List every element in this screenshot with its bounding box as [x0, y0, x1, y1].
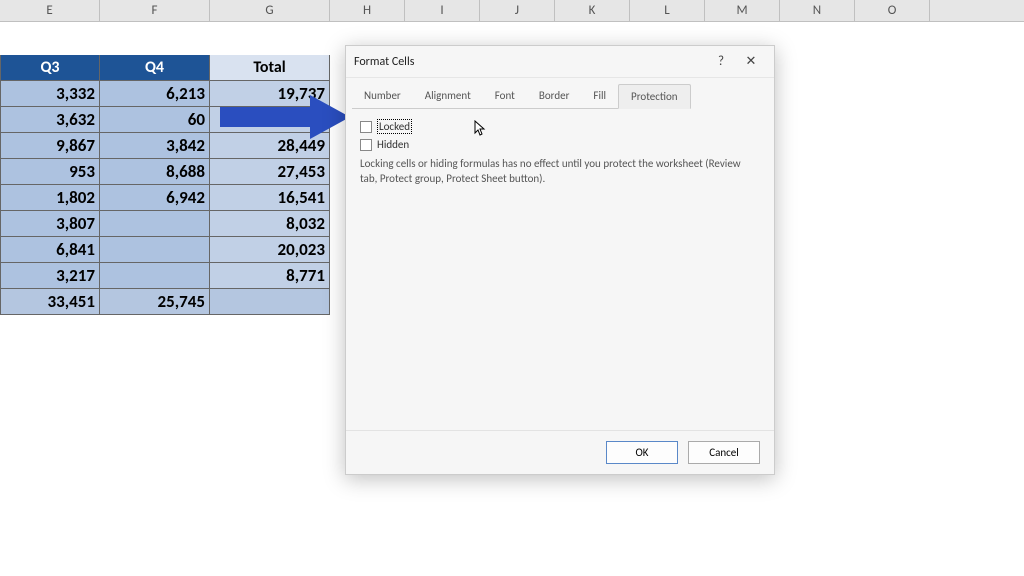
- cell[interactable]: 3,217: [0, 263, 100, 289]
- cell[interactable]: [100, 237, 210, 263]
- dialog-titlebar[interactable]: Format Cells ? ✕: [346, 46, 774, 78]
- cell[interactable]: 3,842: [100, 133, 210, 159]
- hidden-label[interactable]: Hidden: [377, 138, 409, 151]
- header-total[interactable]: Total: [210, 55, 330, 81]
- col-header-k[interactable]: K: [555, 0, 630, 21]
- cell[interactable]: 25,745: [100, 289, 210, 315]
- close-button[interactable]: ✕: [736, 54, 766, 69]
- data-table: Q3 Q4 Total 3,332 6,213 19,737 3,632 60 …: [0, 55, 330, 315]
- tab-font[interactable]: Font: [483, 84, 527, 109]
- arrow-annotation: [220, 95, 350, 139]
- tab-border[interactable]: Border: [527, 84, 582, 109]
- ok-button[interactable]: OK: [606, 441, 678, 464]
- cell[interactable]: 8,032: [210, 211, 330, 237]
- cell[interactable]: 16,541: [210, 185, 330, 211]
- col-header-i[interactable]: I: [405, 0, 480, 21]
- cell[interactable]: 8,688: [100, 159, 210, 185]
- cell[interactable]: 9,867: [0, 133, 100, 159]
- locked-label[interactable]: Locked: [377, 119, 412, 134]
- protection-description: Locking cells or hiding formulas has no …: [360, 157, 760, 187]
- help-button[interactable]: ?: [706, 54, 736, 69]
- locked-checkbox-row: Locked: [360, 119, 760, 134]
- cell[interactable]: 3,332: [0, 81, 100, 107]
- col-header-o[interactable]: O: [855, 0, 930, 21]
- protection-tab-body: Locked Hidden Locking cells or hiding fo…: [346, 109, 774, 430]
- col-header-l[interactable]: L: [630, 0, 705, 21]
- column-headers: E F G H I J K L M N O: [0, 0, 1024, 22]
- table-row: 3,807 8,032: [0, 211, 330, 237]
- table-row: 953 8,688 27,453: [0, 159, 330, 185]
- cell[interactable]: 1,802: [0, 185, 100, 211]
- cell[interactable]: 33,451: [0, 289, 100, 315]
- col-header-j[interactable]: J: [480, 0, 555, 21]
- cell[interactable]: 6,841: [0, 237, 100, 263]
- table-row: 1,802 6,942 16,541: [0, 185, 330, 211]
- table-total-row: 33,451 25,745: [0, 289, 330, 315]
- dialog-buttons: OK Cancel: [346, 430, 774, 474]
- cell[interactable]: 60: [100, 107, 210, 133]
- cell[interactable]: 6,213: [100, 81, 210, 107]
- tab-protection[interactable]: Protection: [618, 84, 691, 109]
- tab-alignment[interactable]: Alignment: [413, 84, 483, 109]
- col-header-f[interactable]: F: [100, 0, 210, 21]
- cell[interactable]: 3,632: [0, 107, 100, 133]
- col-header-n[interactable]: N: [780, 0, 855, 21]
- cursor-icon: [474, 120, 486, 140]
- hidden-checkbox[interactable]: [360, 139, 372, 151]
- tab-number[interactable]: Number: [352, 84, 413, 109]
- col-header-e[interactable]: E: [0, 0, 100, 21]
- col-header-m[interactable]: M: [705, 0, 780, 21]
- cell[interactable]: [210, 289, 330, 315]
- table-header-row: Q3 Q4 Total: [0, 55, 330, 81]
- hidden-checkbox-row: Hidden: [360, 138, 760, 151]
- col-header-g[interactable]: G: [210, 0, 330, 21]
- header-q4[interactable]: Q4: [100, 55, 210, 81]
- dialog-tabs: Number Alignment Font Border Fill Protec…: [346, 78, 774, 109]
- cell[interactable]: 27,453: [210, 159, 330, 185]
- cell[interactable]: 8,771: [210, 263, 330, 289]
- header-q3[interactable]: Q3: [0, 55, 100, 81]
- cell[interactable]: [100, 211, 210, 237]
- col-header-h[interactable]: H: [330, 0, 405, 21]
- table-row: 6,841 20,023: [0, 237, 330, 263]
- cancel-button[interactable]: Cancel: [688, 441, 760, 464]
- cell[interactable]: 20,023: [210, 237, 330, 263]
- cell[interactable]: [100, 263, 210, 289]
- cell[interactable]: 953: [0, 159, 100, 185]
- cell[interactable]: 3,807: [0, 211, 100, 237]
- cell[interactable]: 6,942: [100, 185, 210, 211]
- format-cells-dialog: Format Cells ? ✕ Number Alignment Font B…: [345, 45, 775, 475]
- locked-checkbox[interactable]: [360, 121, 372, 133]
- tab-fill[interactable]: Fill: [581, 84, 618, 109]
- table-row: 3,217 8,771: [0, 263, 330, 289]
- dialog-title: Format Cells: [354, 55, 706, 69]
